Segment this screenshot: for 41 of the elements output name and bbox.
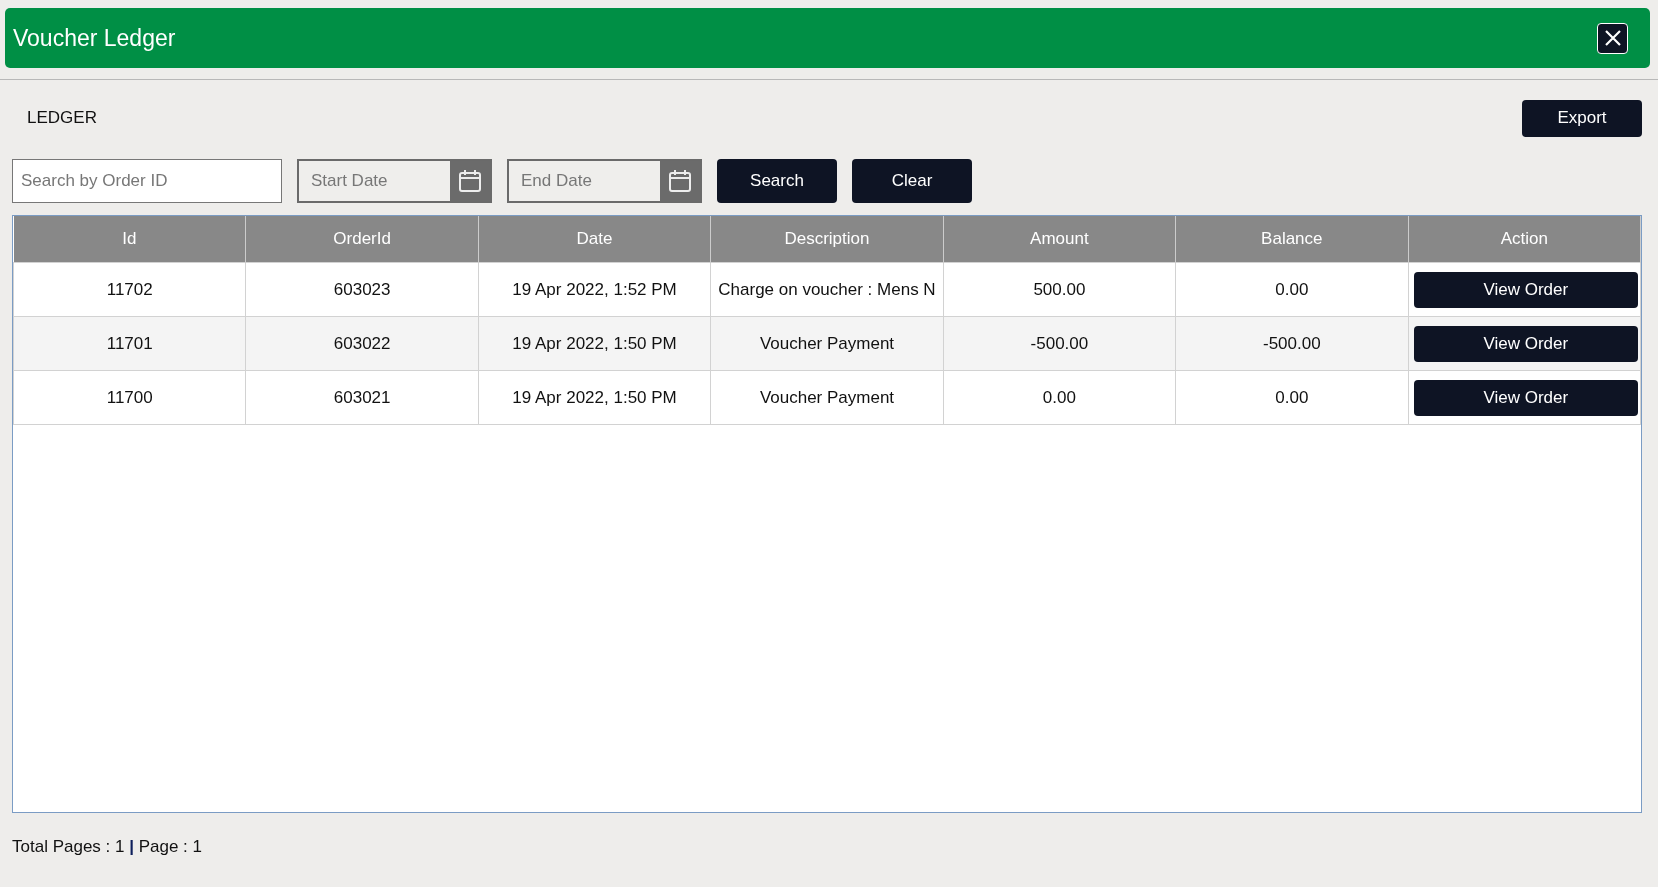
table-cell: 19 Apr 2022, 1:50 PM — [478, 370, 711, 425]
table-cell: 11701 — [13, 316, 246, 371]
table-cell: 500.00 — [943, 262, 1176, 317]
column-header: Id — [13, 216, 246, 263]
column-header: Amount — [943, 216, 1176, 263]
export-button[interactable]: Export — [1522, 99, 1642, 137]
table-cell: Charge on voucher : Mens N — [710, 262, 944, 317]
table-cell: 603023 — [245, 262, 479, 317]
order-search-field[interactable]: Search by Order ID — [12, 159, 282, 203]
table-cell: 19 Apr 2022, 1:50 PM — [478, 316, 711, 371]
clear-button[interactable]: Clear — [852, 159, 972, 203]
table-cell: 0.00 — [1175, 370, 1409, 425]
window-title: Voucher Ledger — [13, 24, 176, 52]
close-button[interactable] — [1597, 22, 1628, 54]
column-header: Balance — [1175, 216, 1409, 263]
calendar-icon — [667, 168, 693, 194]
table-cell: Voucher Payment — [710, 316, 944, 371]
search-button[interactable]: Search — [717, 159, 837, 203]
table-cell: 11702 — [13, 262, 246, 317]
view-order-button[interactable]: View Order — [1413, 271, 1638, 308]
close-icon — [1603, 29, 1622, 47]
start-date-field[interactable]: Start Date — [297, 159, 492, 203]
table-cell: 0.00 — [1175, 262, 1409, 317]
end-date-field[interactable]: End Date — [507, 159, 702, 203]
page-status: Total Pages : 1 | Page : 1 — [12, 837, 202, 856]
table-cell: 603021 — [245, 370, 479, 425]
table-cell: Voucher Payment — [710, 370, 944, 425]
column-header: Date — [478, 216, 711, 263]
view-order-button[interactable]: View Order — [1413, 325, 1638, 362]
column-header: Action — [1408, 216, 1641, 263]
table-cell: 603022 — [245, 316, 479, 371]
table-cell: 11700 — [13, 370, 246, 425]
calendar-icon — [457, 168, 483, 194]
view-order-button[interactable]: View Order — [1413, 379, 1638, 416]
column-header: Description — [710, 216, 944, 263]
section-label: LEDGER — [27, 108, 97, 128]
table-cell: 0.00 — [943, 370, 1176, 425]
table-cell: 19 Apr 2022, 1:52 PM — [478, 262, 711, 317]
table-cell: -500.00 — [943, 316, 1176, 371]
column-header: OrderId — [245, 216, 479, 263]
table-cell: -500.00 — [1175, 316, 1409, 371]
